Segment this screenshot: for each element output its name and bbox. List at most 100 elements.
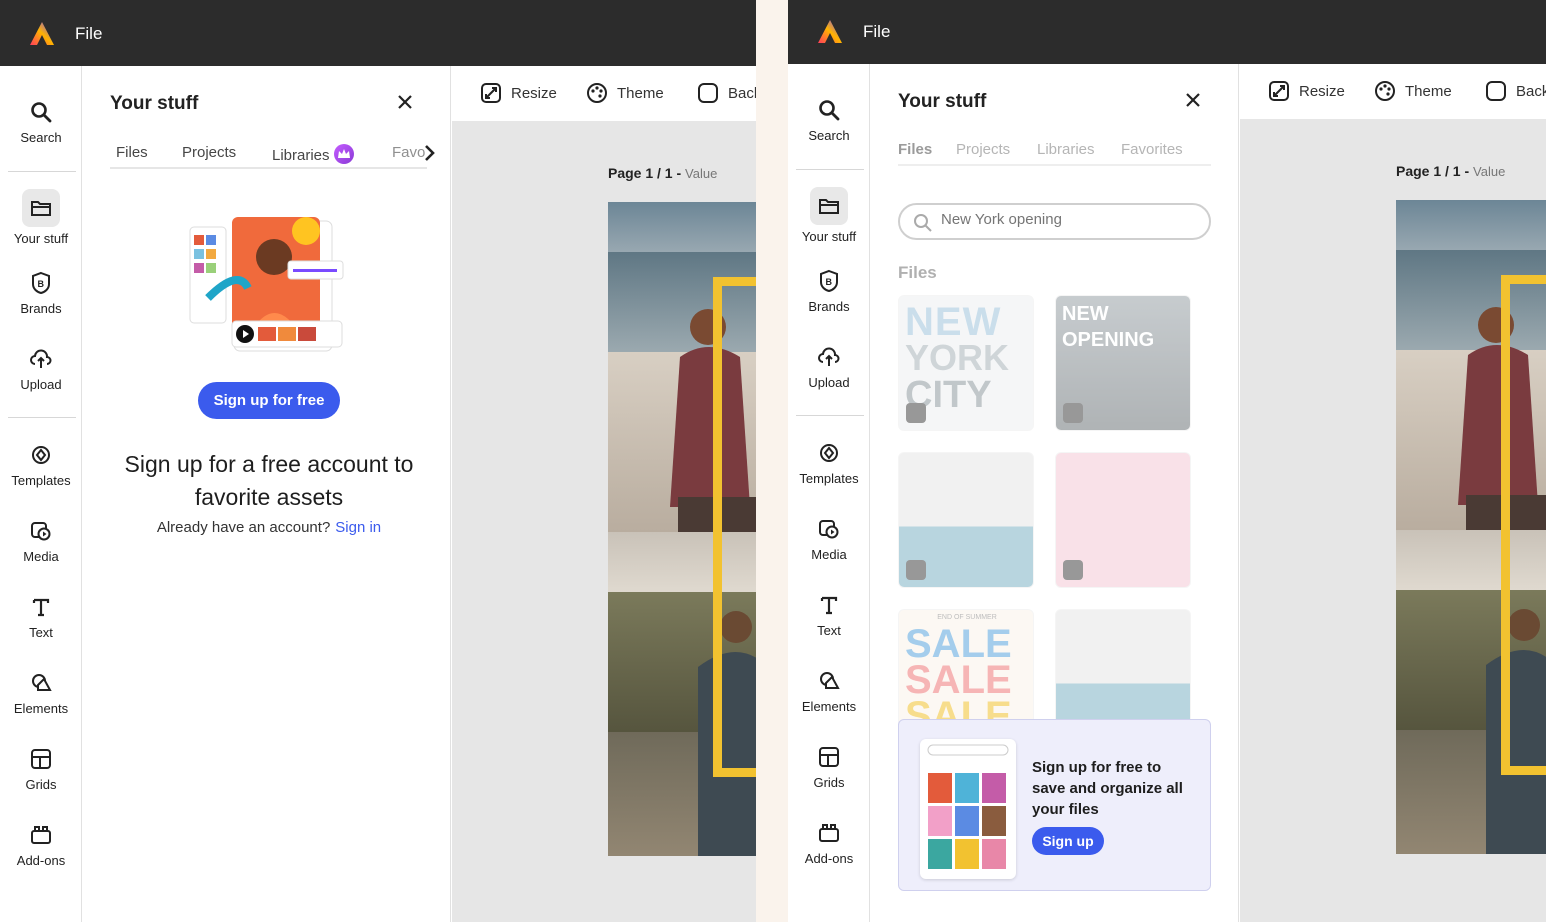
file-menu[interactable]: File [863, 22, 890, 42]
rail-label: Text [817, 623, 841, 638]
rail-label: Your stuff [801, 229, 857, 244]
editor-toolbar: Resize Theme Back [452, 66, 756, 121]
close-icon[interactable] [395, 92, 415, 112]
canvas-area[interactable]: Page 1 / 1 - Value [452, 121, 756, 922]
tab-favorites[interactable]: Favorites [1121, 141, 1183, 158]
tab-projects[interactable]: Projects [956, 141, 1010, 158]
rail-label: Grids [25, 777, 57, 792]
editor-toolbar: Resize Theme Back [1240, 64, 1546, 119]
search-icon [31, 102, 52, 123]
files-heading: Files [898, 263, 937, 282]
tab-underline [388, 167, 427, 169]
rail-item-grids[interactable]: Grids [0, 747, 82, 792]
file-thumbnail[interactable]: NEW OPENING [1055, 295, 1191, 431]
thumb-subtitle: END OF SUMMER [937, 614, 997, 621]
resize-button[interactable]: Resize [1268, 80, 1345, 102]
search-input[interactable] [941, 211, 1191, 228]
rail-item-add-ons[interactable]: Add-ons [788, 821, 870, 866]
rail-item-grids[interactable]: Grids [788, 745, 870, 790]
rail-item-media[interactable]: Media [0, 519, 82, 564]
upload-cloud-icon [818, 347, 840, 366]
rail-label: Search [20, 130, 62, 145]
canvas-page[interactable] [608, 202, 756, 856]
search-icon [819, 100, 840, 121]
adobe-express-logo-icon[interactable] [29, 21, 55, 47]
sign-up-for-free-button[interactable]: Sign up for free [198, 382, 340, 419]
media-icon [819, 520, 839, 539]
rail-label: Templates [11, 473, 71, 488]
rail-item-upload[interactable]: Upload [788, 345, 870, 390]
rail-item-text[interactable]: Text [0, 595, 82, 640]
shapes-icon [32, 674, 52, 691]
tab-libraries[interactable]: Libraries [1037, 141, 1095, 158]
templates-icon [32, 446, 50, 464]
screen-signed-out: File Search Your stuff B Brands Upload T… [0, 0, 756, 922]
sign-in-link[interactable]: Sign in [335, 519, 381, 536]
page-number: Page 1 / 1 - [608, 165, 682, 181]
canvas-area[interactable]: Page 1 / 1 - Value [1240, 119, 1546, 922]
rail-item-templates[interactable]: Templates [0, 443, 82, 488]
file-thumbnail[interactable] [898, 452, 1034, 588]
search-icon [914, 214, 932, 232]
tab-files[interactable]: Files [116, 144, 148, 161]
rail-divider [796, 415, 864, 416]
rail-item-brands[interactable]: B Brands [788, 269, 870, 314]
rail-label: Upload [808, 375, 850, 390]
rail-item-your-stuff[interactable]: Your stuff [0, 189, 82, 246]
page-number: Page 1 / 1 - [1396, 163, 1470, 179]
screen-files: File Search Your stuff B Brands Upload T… [788, 0, 1546, 922]
grid-icon [819, 747, 839, 767]
resize-label: Resize [1299, 82, 1345, 100]
sign-up-button[interactable]: Sign up [1032, 827, 1104, 855]
palette-icon [587, 83, 607, 103]
background-button[interactable]: Back [1485, 80, 1546, 102]
chevron-right-icon[interactable] [422, 142, 436, 164]
rail-item-search[interactable]: Search [0, 100, 82, 145]
rail-item-brands[interactable]: B Brands [0, 271, 82, 316]
rail-item-media[interactable]: Media [788, 517, 870, 562]
signup-illustration [189, 217, 344, 352]
page-value: Value [685, 166, 718, 181]
grid-icon [31, 749, 51, 769]
resize-icon [1269, 81, 1289, 101]
page-indicator: Page 1 / 1 - Value [1396, 163, 1505, 179]
background-button[interactable]: Back [697, 82, 756, 104]
rail-item-your-stuff[interactable]: Your stuff [788, 187, 870, 244]
file-menu[interactable]: File [75, 24, 102, 44]
theme-button[interactable]: Theme [1374, 80, 1452, 102]
theme-button[interactable]: Theme [586, 82, 664, 104]
rail-item-elements[interactable]: Elements [0, 671, 82, 716]
top-bar: File [788, 0, 1546, 64]
resize-button[interactable]: Resize [480, 82, 557, 104]
canvas-page[interactable] [1396, 200, 1546, 854]
rail-label: Brands [20, 301, 62, 316]
search-field[interactable] [898, 203, 1211, 240]
tab-favorites[interactable]: Favo [392, 144, 425, 161]
svg-text:B: B [826, 277, 833, 287]
resize-label: Resize [511, 84, 557, 102]
close-icon[interactable] [1183, 90, 1203, 110]
adobe-express-logo-icon[interactable] [817, 19, 843, 45]
thumb-title-line: YORK [905, 337, 1010, 378]
rail-item-elements[interactable]: Elements [788, 669, 870, 714]
tab-files[interactable]: Files [898, 141, 932, 158]
rail-label: Templates [799, 471, 859, 486]
rail-item-add-ons[interactable]: Add-ons [0, 823, 82, 868]
file-thumbnail[interactable]: NEW YORK CITY [898, 295, 1034, 431]
rail-item-search[interactable]: Search [788, 98, 870, 143]
tab-projects[interactable]: Projects [182, 144, 236, 161]
background-icon [1486, 81, 1506, 101]
rail-item-templates[interactable]: Templates [788, 441, 870, 486]
page-value: Value [1473, 164, 1506, 179]
signup-heading: Sign up for a free account to favorite a… [124, 451, 414, 510]
tab-libraries[interactable]: Libraries [272, 144, 354, 164]
rail-label: Elements [801, 699, 857, 714]
rail-item-text[interactable]: Text [788, 593, 870, 638]
drawer-tabs: Files Projects Libraries Favo [110, 141, 427, 169]
files-grid-illustration [927, 744, 1009, 869]
text-icon [820, 596, 838, 615]
premium-crown-icon [333, 144, 354, 164]
rail-item-upload[interactable]: Upload [0, 347, 82, 392]
file-thumbnail[interactable] [1055, 452, 1191, 588]
rail-divider [8, 417, 76, 418]
